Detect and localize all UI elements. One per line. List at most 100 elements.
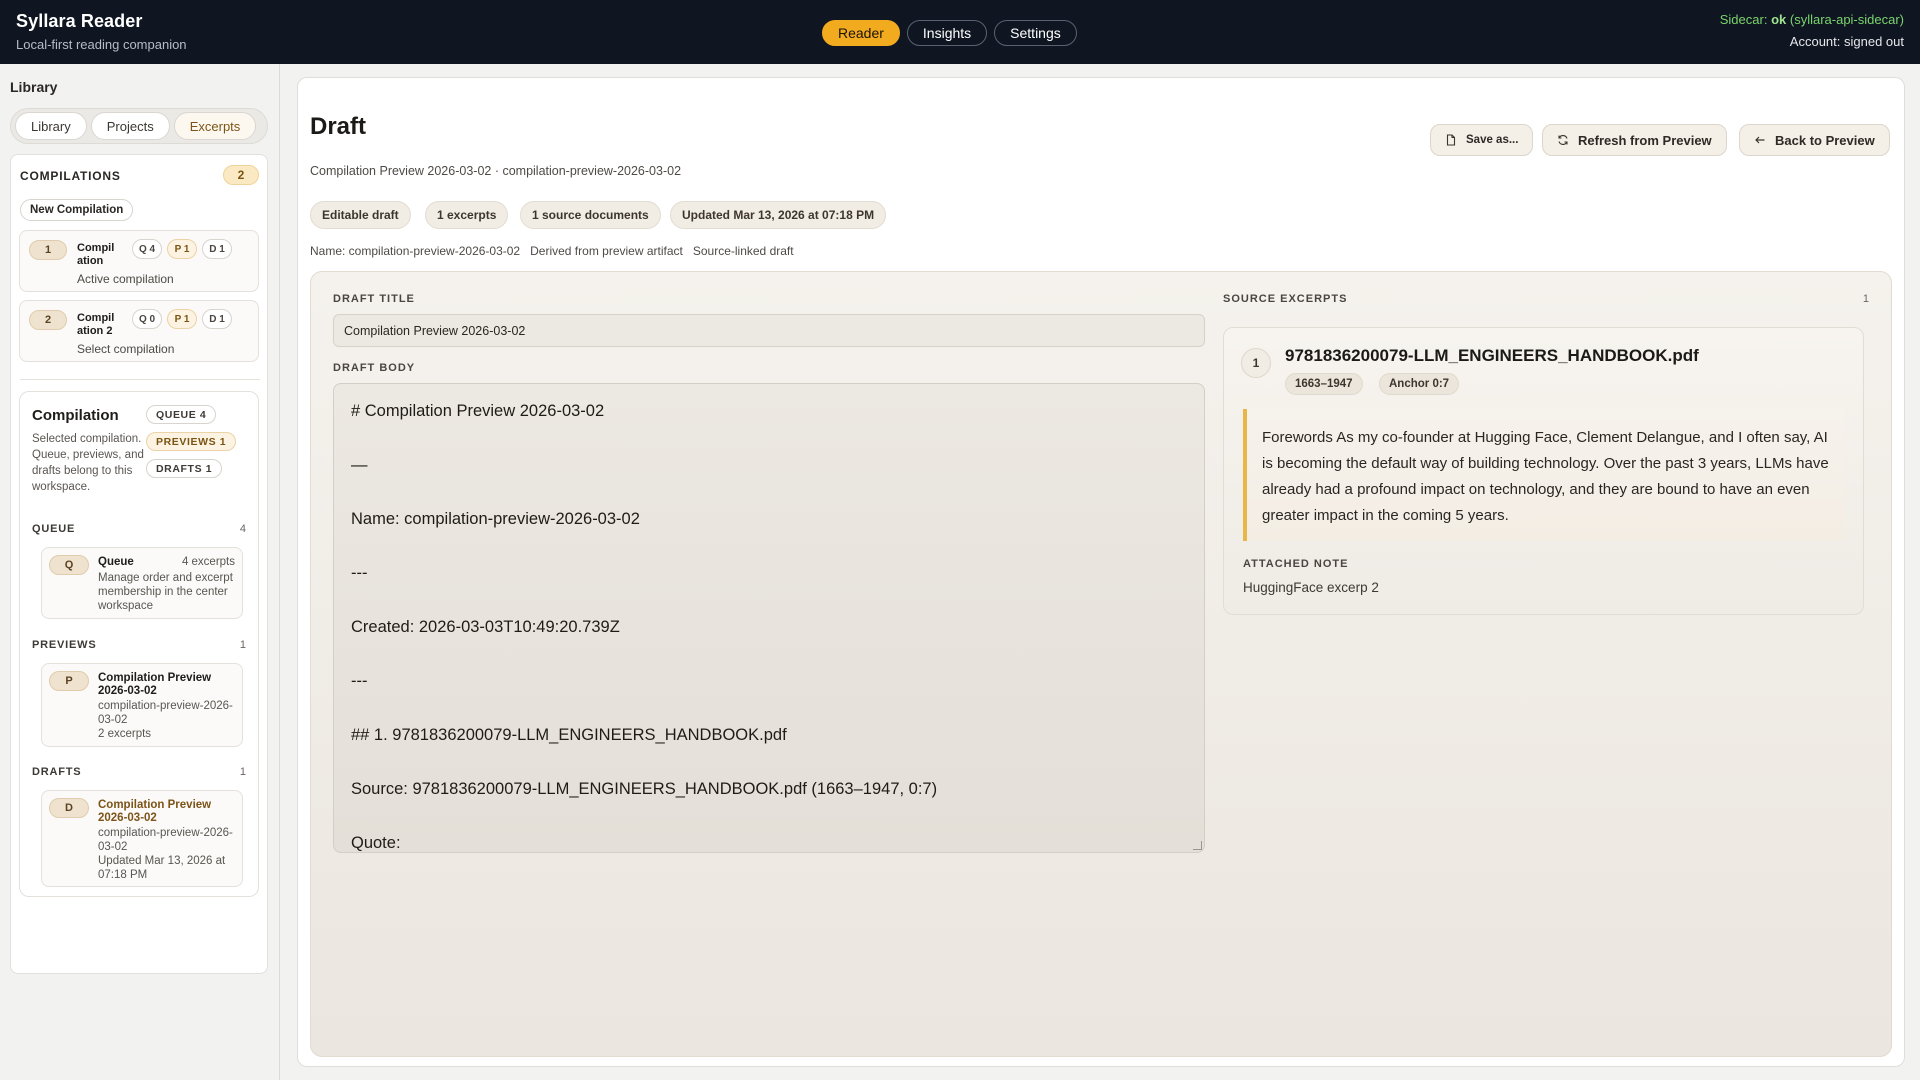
compilation-detail-title: Compilation <box>32 407 119 424</box>
new-compilation-button[interactable]: New Compilation <box>20 199 134 221</box>
divider <box>20 379 260 380</box>
body-line: --- <box>351 672 368 690</box>
refresh-from-preview-button[interactable]: Refresh from Preview <box>1542 124 1727 156</box>
sidecar-status: Sidecar: ok (syllara-api-sidecar) <box>1720 12 1904 27</box>
tab-reader[interactable]: Reader <box>822 20 900 46</box>
meta-name: Name: compilation-preview-2026-03-02 <box>310 244 521 258</box>
compilations-count-badge: 2 <box>223 165 259 185</box>
excerpt-document-title: 9781836200079-LLM_ENGINEERS_HANDBOOK.pdf <box>1285 346 1699 365</box>
draft-item[interactable]: D Compilation Preview 2026-03-02 compila… <box>41 790 243 887</box>
body-line: — <box>351 456 368 474</box>
draft-meta: Name: compilation-preview-2026-03-02 Der… <box>310 244 794 258</box>
compilation-row-2[interactable]: 2 Compil ation 2 Q 0 P 1 D 1 Select comp… <box>19 300 259 362</box>
preview-count-pill: P 1 <box>167 309 197 329</box>
item-excerpt-count: 2 excerpts <box>98 728 152 740</box>
compilation-row-1[interactable]: 1 Compil ation Q 4 P 1 D 1 Active compil… <box>19 230 259 292</box>
item-letter-badge: P <box>49 671 89 691</box>
compilation-detail-card: Compilation Selected compilation. Queue,… <box>19 391 259 897</box>
status-panel: Sidecar: ok (syllara-api-sidecar) Accoun… <box>1720 12 1904 49</box>
item-title: Compilation Preview 2026-03-02 <box>98 672 212 697</box>
draft-editor-panel: DRAFT TITLE Compilation Preview 2026-03-… <box>310 271 1892 1057</box>
queue-count-pill: Q 4 <box>132 239 162 259</box>
sidebar-title: Library <box>10 79 58 95</box>
preview-item[interactable]: P Compilation Preview 2026-03-02 compila… <box>41 663 243 747</box>
excerpt-range-tag: 1663–1947 <box>1285 373 1363 395</box>
excerpt-number: 1 <box>1241 348 1271 378</box>
tab-settings[interactable]: Settings <box>994 20 1077 46</box>
preview-count-pill: P 1 <box>167 239 197 259</box>
meta-derived: Derived from preview artifact <box>530 244 683 258</box>
compilation-number: 2 <box>29 310 67 330</box>
item-slug: compilation-preview-2026-03-02 <box>98 827 233 853</box>
source-excerpt-card: 1 9781836200079-LLM_ENGINEERS_HANDBOOK.p… <box>1223 327 1864 615</box>
meta-source-linked: Source-linked draft <box>692 244 794 258</box>
page-title: Draft <box>310 113 367 140</box>
sidebar-tab-excerpts[interactable]: Excerpts <box>173 112 257 140</box>
queue-item[interactable]: Q Queue 4 excerpts Manage order and exce… <box>41 547 243 619</box>
back-to-preview-button[interactable]: Back to Preview <box>1739 124 1890 156</box>
sidecar-state: ok <box>1771 12 1787 27</box>
drafts-heading: DRAFTS <box>32 766 82 778</box>
refresh-label: Refresh from Preview <box>1578 132 1712 148</box>
account-status: Account: signed out <box>1789 34 1904 49</box>
attached-note-label: ATTACHED NOTE <box>1243 558 1349 570</box>
main-nav: Reader Insights Settings <box>822 20 1077 46</box>
sidecar-label: Sidecar: <box>1719 12 1768 27</box>
body-line: Quote: <box>351 834 401 852</box>
item-description: Manage order and excerpt membership in t… <box>98 572 233 612</box>
drafts-count: 1 <box>239 766 246 778</box>
previews-pill: PREVIEWS 1 <box>146 432 237 451</box>
draft-title-input[interactable]: Compilation Preview 2026-03-02 <box>333 314 1205 347</box>
drafts-pill: DRAFTS 1 <box>146 459 223 478</box>
compilations-panel: COMPILATIONS 2 New Compilation 1 Compil … <box>10 154 268 974</box>
tag-excerpts-count: 1 excerpts <box>425 201 509 229</box>
compilations-heading: COMPILATIONS <box>20 169 121 183</box>
body-line: Source: 9781836200079-LLM_ENGINEERS_HAND… <box>351 780 938 798</box>
compilation-status: Active compilation <box>77 272 174 286</box>
sidebar-tab-projects[interactable]: Projects <box>90 112 170 140</box>
queue-count: 4 <box>239 523 246 535</box>
resize-handle-icon[interactable] <box>1193 841 1202 850</box>
draft-body-textarea[interactable]: # Compilation Preview 2026-03-02 — Name:… <box>333 383 1205 853</box>
sidebar-tabs: Library Projects Excerpts <box>10 108 268 144</box>
queue-count-pill: Q 0 <box>132 309 162 329</box>
attached-note-text: HuggingFace excerp 2 <box>1243 580 1379 595</box>
save-as-label: Save as... <box>1466 134 1519 146</box>
draft-count-pill: D 1 <box>202 309 232 329</box>
body-line: --- <box>351 564 368 582</box>
body-line: Name: compilation-preview-2026-03-02 <box>351 510 640 528</box>
draft-body-label: DRAFT BODY <box>333 362 416 374</box>
draft-count-pill: D 1 <box>202 239 232 259</box>
source-excerpts-label: SOURCE EXCERPTS <box>1223 293 1348 305</box>
arrow-left-icon <box>1755 136 1765 144</box>
sidebar: Library Library Projects Excerpts COMPIL… <box>0 64 280 1080</box>
sidecar-name: (syllara-api-sidecar) <box>1789 12 1904 27</box>
app-title: Syllara Reader <box>16 11 143 31</box>
compilation-status: Select compilation <box>77 342 175 356</box>
body-line: ## 1. 9781836200079-LLM_ENGINEERS_HANDBO… <box>351 726 787 744</box>
document-icon <box>1446 134 1456 146</box>
item-updated: Updated Mar 13, 2026 at 07:18 PM <box>98 855 226 881</box>
draft-title-label: DRAFT TITLE <box>333 293 415 305</box>
refresh-icon <box>1558 135 1568 145</box>
tag-source-documents: 1 source documents <box>520 201 661 229</box>
save-as-button[interactable]: Save as... <box>1430 124 1534 156</box>
excerpt-quote: Forewords As my co-founder at Hugging Fa… <box>1243 409 1844 541</box>
top-bar: Syllara Reader Local-first reading compa… <box>0 0 1920 64</box>
page-subtitle: Compilation Preview 2026-03-02 · compila… <box>310 164 682 178</box>
item-title: Compilation Preview 2026-03-02 <box>98 799 212 824</box>
excerpt-anchor-tag: Anchor 0:7 <box>1379 373 1460 395</box>
compilation-name: Compil ation 2 <box>77 312 115 337</box>
previews-count: 1 <box>239 639 246 651</box>
tag-editable-draft: Editable draft <box>310 201 411 229</box>
brand: Syllara Reader Local-first reading compa… <box>16 11 187 52</box>
compilation-detail-description: Selected compilation. Queue, previews, a… <box>32 433 144 493</box>
app-subtitle: Local-first reading companion <box>16 37 187 52</box>
sidebar-tab-library[interactable]: Library <box>15 112 87 140</box>
body-line: Created: 2026-03-03T10:49:20.739Z <box>351 618 620 636</box>
queue-heading: QUEUE <box>32 523 76 535</box>
source-excerpts-count: 1 <box>1862 293 1869 305</box>
compilation-number: 1 <box>29 240 67 260</box>
tab-insights[interactable]: Insights <box>906 20 988 46</box>
item-excerpt-count: 4 excerpts <box>181 556 235 568</box>
